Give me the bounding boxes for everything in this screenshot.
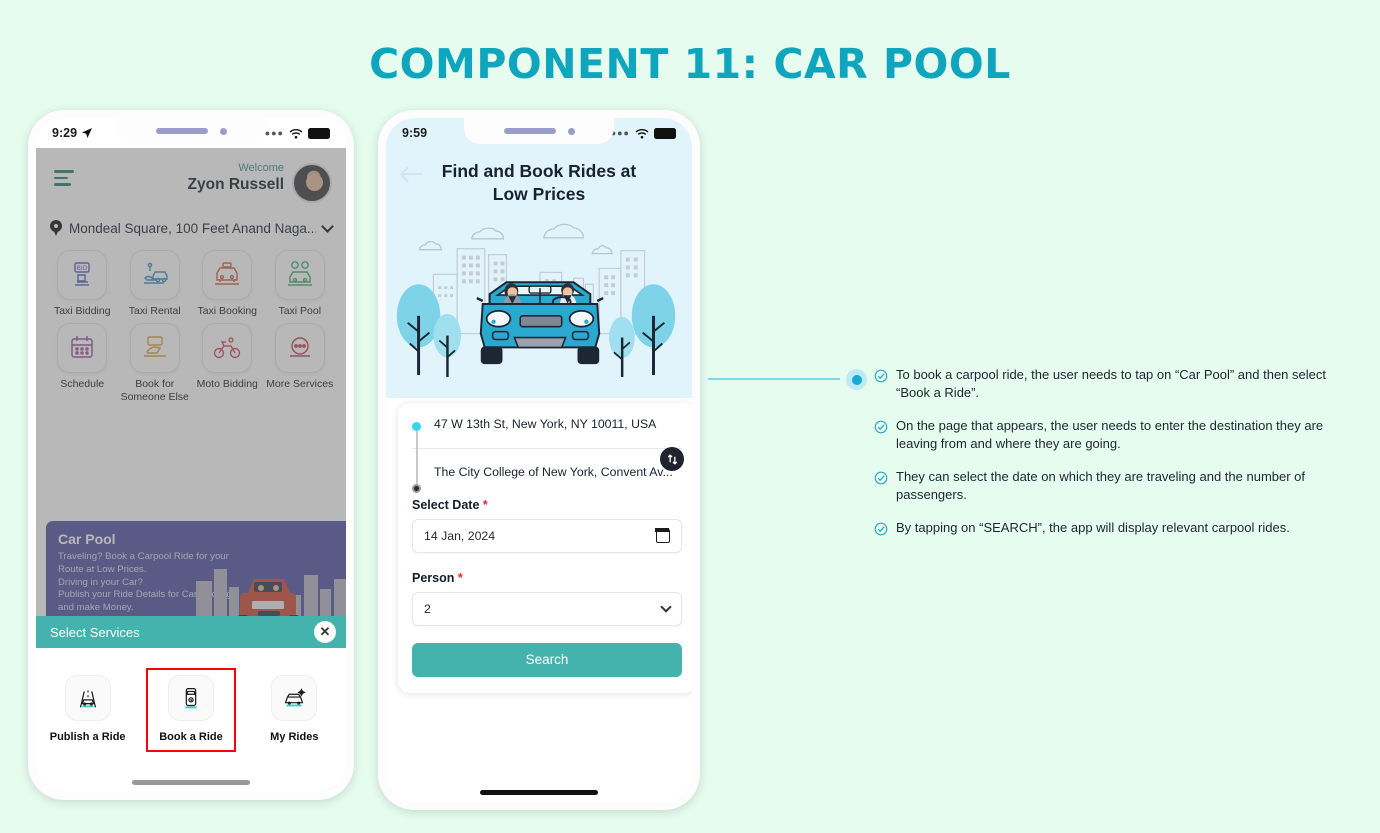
date-field-label: Select Date *: [412, 497, 488, 512]
search-button[interactable]: Search: [412, 642, 682, 677]
chevron-down-icon: [660, 600, 672, 613]
navigation-arrow-icon: [82, 128, 93, 138]
to-address[interactable]: The City College of New York, Convent Av…: [434, 465, 682, 480]
sheet-header: Select Services ✕: [36, 616, 346, 648]
required-asterisk: *: [457, 570, 463, 585]
select-services-sheet: Select Services ✕ Publish a Ride Book a …: [36, 616, 346, 792]
annotation-item: To book a carpool ride, the user needs t…: [874, 366, 1352, 403]
person-select[interactable]: 2: [412, 591, 682, 626]
required-asterisk: *: [482, 497, 488, 512]
page-title: COMPONENT 11: CAR POOL: [369, 40, 1011, 88]
sheet-item-label: Book a Ride: [159, 731, 223, 743]
carpool-car-illustration: [396, 223, 676, 378]
wifi-icon: [289, 128, 303, 138]
annotation-text: They can select the date on which they a…: [896, 468, 1306, 503]
check-circle-icon: [874, 369, 888, 383]
from-address[interactable]: 47 W 13th St, New York, NY 10011, USA: [434, 417, 682, 432]
person-value: 2: [424, 601, 431, 616]
callout-connector-dot: [846, 369, 867, 390]
right-phone-screen: Find and Book Rides at Low Prices 47 W 1…: [386, 118, 692, 802]
publish-ride-icon: [64, 675, 111, 721]
status-time: 9:59: [402, 126, 428, 140]
phone-notch: [464, 118, 614, 144]
book-ride-icon: [167, 675, 214, 721]
sheet-item-my-rides[interactable]: My Rides: [251, 670, 337, 750]
my-rides-icon: [271, 675, 318, 721]
front-camera: [219, 127, 227, 135]
battery-icon: [654, 127, 676, 139]
screenshot-root: COMPONENT 11: CAR POOL Welcome Zyon Russ…: [0, 0, 1380, 833]
check-circle-icon: [874, 522, 888, 536]
sheet-item-label: Publish a Ride: [49, 731, 126, 743]
person-field-label: Person *: [412, 570, 463, 585]
page-heading: Find and Book Rides at Low Prices: [441, 161, 637, 205]
home-indicator: [132, 780, 250, 785]
address-block: 47 W 13th St, New York, NY 10011, USA Th…: [412, 417, 684, 493]
check-circle-icon: [874, 471, 888, 485]
close-icon[interactable]: ✕: [314, 621, 336, 643]
swap-vertical-icon[interactable]: [660, 447, 684, 471]
left-phone-screen: Welcome Zyon Russell Mondeal Square, 100…: [36, 118, 346, 792]
battery-icon: [308, 127, 330, 139]
speaker-grille: [155, 128, 208, 134]
date-input[interactable]: 14 Jan, 2024: [412, 518, 682, 553]
speaker-grille: [503, 128, 556, 134]
annotation-text: By tapping on “SEARCH”, the app will dis…: [896, 519, 1290, 535]
callout-connector-line: [708, 378, 840, 380]
annotation-item: They can select the date on which they a…: [874, 468, 1352, 505]
left-phone-mockup: Welcome Zyon Russell Mondeal Square, 100…: [28, 110, 354, 800]
address-divider: [412, 447, 682, 449]
phone-notch: [116, 118, 266, 144]
annotation-item: On the page that appears, the user needs…: [874, 417, 1352, 454]
right-phone-mockup: Find and Book Rides at Low Prices 47 W 1…: [378, 110, 700, 810]
sheet-item-label: My Rides: [270, 731, 319, 743]
annotation-text: On the page that appears, the user needs…: [896, 417, 1324, 452]
annotation-text: To book a carpool ride, the user needs t…: [896, 367, 1326, 401]
destination-dot-icon: [412, 484, 421, 493]
wifi-icon: [635, 128, 649, 138]
signal-dots-icon: ●●●: [264, 128, 284, 138]
route-line: [416, 426, 418, 488]
annotation-item: By tapping on “SEARCH”, the app will dis…: [874, 519, 1352, 537]
front-camera: [567, 127, 575, 135]
sheet-item-book-a-ride[interactable]: Book a Ride: [145, 668, 236, 752]
date-value: 14 Jan, 2024: [424, 528, 496, 543]
calendar-icon: [655, 527, 670, 543]
sheet-title: Select Services: [50, 624, 140, 640]
right-header-area: Find and Book Rides at Low Prices: [386, 118, 692, 398]
status-time: 9:29: [52, 126, 78, 140]
search-form-card: 47 W 13th St, New York, NY 10011, USA Th…: [398, 403, 692, 693]
check-circle-icon: [874, 420, 888, 434]
annotation-list: To book a carpool ride, the user needs t…: [874, 366, 1352, 551]
home-indicator: [480, 790, 598, 795]
origin-dot-icon: [412, 422, 421, 431]
sheet-body: Publish a Ride Book a Ride My Rides: [36, 648, 346, 792]
sheet-item-publish-a-ride[interactable]: Publish a Ride: [45, 670, 131, 750]
